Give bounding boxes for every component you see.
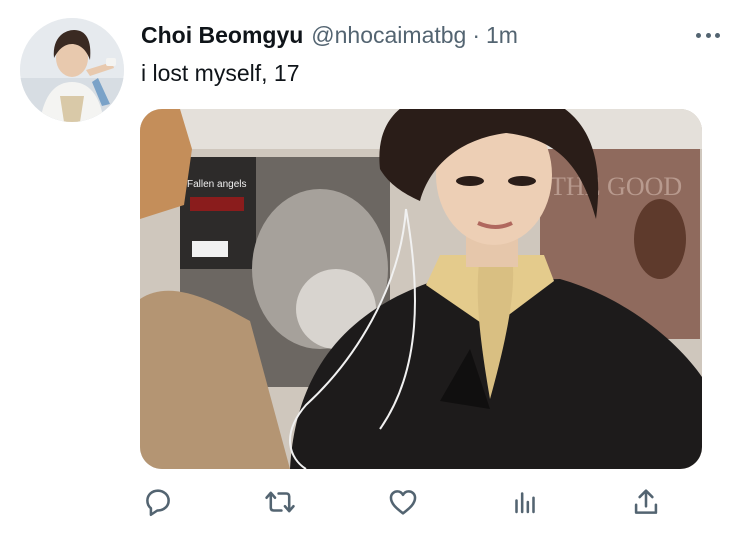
- retweet-icon[interactable]: [260, 482, 300, 522]
- heart-icon[interactable]: [383, 482, 423, 522]
- avatar-image: [20, 18, 124, 122]
- tweet-actions: [140, 482, 670, 522]
- tweet-header: Choi Beomgyu @nhocaimatbg · 1m: [141, 22, 730, 54]
- timestamp[interactable]: 1m: [486, 22, 518, 49]
- avatar[interactable]: [20, 18, 124, 122]
- analytics-icon[interactable]: [505, 482, 545, 522]
- media-image: Fallen angels THE GOOD: [140, 109, 702, 469]
- tweet-text: i lost myself, 17: [141, 60, 300, 86]
- album-text: Fallen angels: [187, 179, 246, 190]
- tweet-card: Choi Beomgyu @nhocaimatbg · 1m i lost my…: [0, 0, 750, 533]
- share-icon[interactable]: [626, 482, 666, 522]
- more-dots-icon[interactable]: [696, 28, 720, 42]
- tweet-media[interactable]: Fallen angels THE GOOD: [140, 109, 702, 469]
- author-handle[interactable]: @nhocaimatbg: [311, 22, 466, 49]
- author-name[interactable]: Choi Beomgyu: [141, 22, 303, 49]
- poster-text: THE GOOD: [550, 172, 682, 201]
- reply-icon[interactable]: [138, 482, 178, 522]
- separator: ·: [472, 22, 481, 48]
